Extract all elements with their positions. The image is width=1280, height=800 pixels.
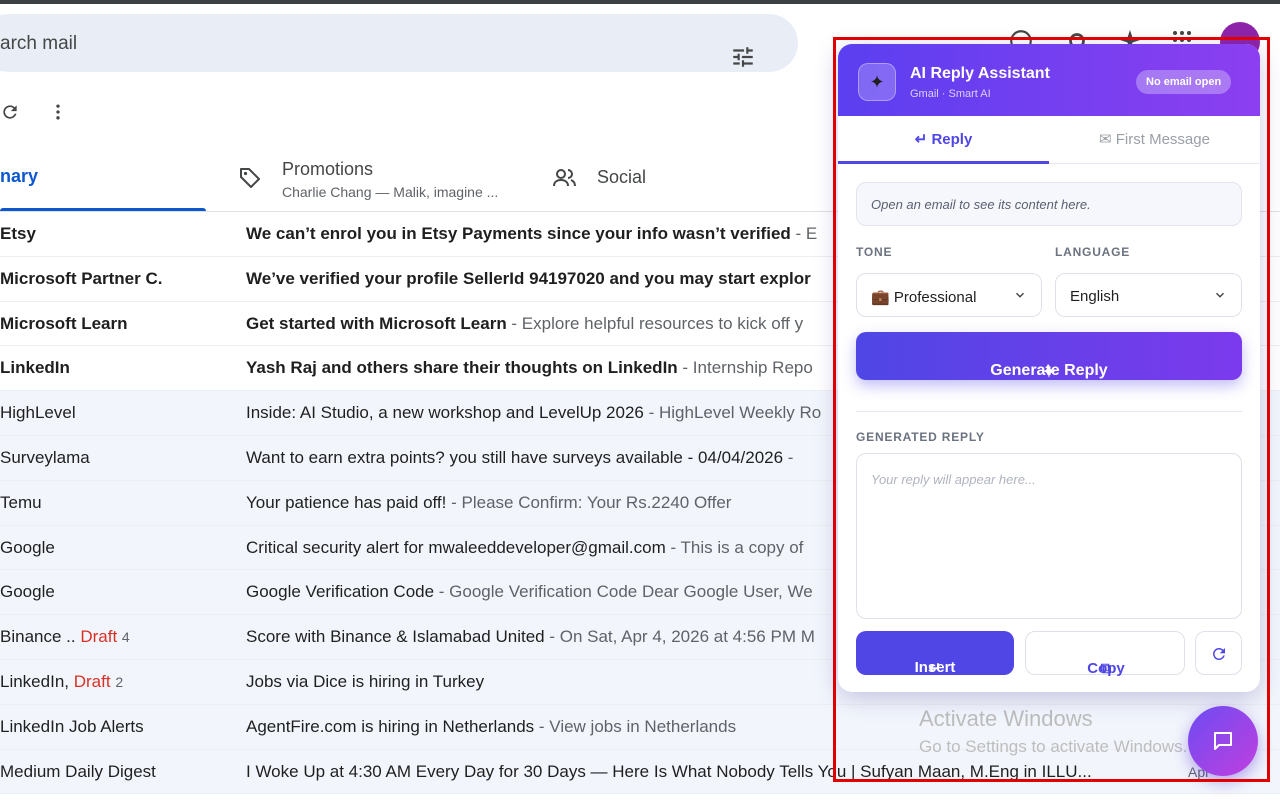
email-sender: Google	[0, 537, 55, 557]
sparkle-icon: ✦	[869, 72, 885, 92]
email-subject: Your patience has paid off!	[246, 492, 447, 512]
generated-reply-label: GENERATED REPLY	[856, 430, 985, 444]
email-sender: Etsy	[0, 224, 36, 243]
email-sender: Microsoft Partner C.	[0, 268, 163, 288]
tab-promotions[interactable]: Promotions Charlie Chang — Malik, imagin…	[236, 156, 526, 210]
more-vert-icon[interactable]	[48, 102, 68, 122]
briefcase-icon: 💼	[871, 289, 890, 306]
tab-first-message-label: First Message	[1115, 131, 1210, 148]
email-sender: Medium Daily Digest	[0, 761, 156, 781]
email-sender: HighLevel	[0, 403, 76, 423]
insert-button[interactable]: ↵ Insert	[856, 631, 1014, 677]
email-subject: We’ve verified your profile SellerId 941…	[246, 268, 811, 288]
panel-tabs: ↵ Reply ✉ First Message	[838, 116, 1260, 164]
tab-reply[interactable]: ↵ Reply	[838, 116, 1049, 164]
email-subject: Inside: AI Studio, a new workshop and Le…	[246, 403, 644, 423]
chat-icon	[1214, 732, 1232, 750]
email-content: I Woke Up at 4:30 AM Every Day for 30 Da…	[246, 762, 1246, 782]
email-subject: Score with Binance & Islamabad United	[246, 627, 545, 647]
tab-reply-label: Reply	[931, 131, 973, 148]
activate-windows-subtitle: Go to Settings to activate Windows.	[919, 737, 1188, 756]
email-subject: Get started with Microsoft Learn	[246, 313, 507, 333]
app-logo: ✦	[858, 63, 896, 101]
email-snippet: - HighLevel Weekly Ro	[643, 403, 822, 423]
people-icon	[553, 169, 576, 187]
email-sender: Surveylama	[0, 447, 90, 467]
search-input[interactable]: arch mail	[0, 33, 77, 55]
email-snippet: - Please Confirm: Your Rs.2240 Offer	[446, 492, 732, 512]
tab-social-label: Social	[597, 167, 647, 187]
active-tab-indicator	[838, 161, 1049, 164]
panel-header: ✦ AI Reply Assistant Gmail · Smart AI No…	[838, 44, 1260, 116]
panel-title: AI Reply Assistant	[910, 65, 1050, 82]
email-sender: Temu	[0, 492, 42, 512]
chevron-down-icon	[1215, 292, 1225, 298]
refresh-icon[interactable]	[0, 102, 20, 122]
email-subject: Google Verification Code	[246, 582, 435, 602]
generate-reply-label: Generate Reply	[990, 362, 1108, 379]
email-snippet: - Google Verification Code Dear Google U…	[434, 582, 813, 602]
language-value: English	[1070, 288, 1120, 305]
ai-reply-panel: ✦ AI Reply Assistant Gmail · Smart AI No…	[838, 44, 1260, 692]
thread-count: 4	[121, 629, 130, 646]
insert-label: Insert	[914, 659, 956, 676]
email-snippet: -	[783, 447, 794, 467]
email-sender: Binance .. Draft 4	[0, 627, 130, 647]
email-preview-text: Open an email to see its content here.	[871, 197, 1091, 212]
copy-label: Copy	[1087, 660, 1125, 677]
email-snippet: - Internship Repo	[677, 358, 813, 378]
reply-arrow-icon: ↵	[914, 131, 928, 148]
email-sender: LinkedIn Job Alerts	[0, 716, 144, 736]
email-subject: We can’t enrol you in Etsy Payments sinc…	[246, 224, 791, 243]
email-subject: AgentFire.com is hiring in Netherlands	[246, 716, 535, 736]
draft-label: Draft	[80, 627, 118, 647]
search-options-icon[interactable]	[730, 44, 756, 70]
email-subject: Want to earn extra points? you still hav…	[246, 447, 784, 467]
email-snippet: - E	[790, 224, 818, 243]
email-snippet: - On Sat, Apr 4, 2026 at 4:56 PM M	[544, 627, 815, 647]
email-sender: LinkedIn	[0, 358, 70, 378]
tag-icon	[240, 168, 260, 188]
draft-label: Draft	[73, 671, 111, 691]
tone-value: 💼 Professional	[871, 289, 977, 306]
reply-placeholder: Your reply will appear here...	[871, 472, 1036, 487]
mail-icon: ✉	[1099, 131, 1112, 148]
browser-top-border	[0, 0, 1280, 4]
refresh-icon	[1212, 648, 1225, 660]
email-snippet: - Explore helpful resources to kick off …	[506, 313, 804, 333]
generated-reply-textarea[interactable]: Your reply will appear here...	[856, 453, 1242, 619]
email-content: AgentFire.com is hiring in Netherlands -…	[246, 717, 1246, 737]
email-subject: I Woke Up at 4:30 AM Every Day for 30 Da…	[246, 761, 1092, 781]
email-sender: Google	[0, 582, 55, 602]
tab-first-message[interactable]: ✉ First Message	[1049, 116, 1260, 164]
panel-divider	[856, 411, 1242, 412]
language-select[interactable]: English	[1055, 273, 1242, 317]
language-label: LANGUAGE	[1055, 245, 1131, 259]
email-snippet: - View jobs in Netherlands	[534, 716, 737, 736]
tab-promotions-preview: Charlie Chang — Malik, imagine ...	[282, 184, 499, 200]
tone-select[interactable]: 💼 Professional	[856, 273, 1042, 317]
thread-count: 2	[115, 673, 124, 690]
email-sender: Microsoft Learn	[0, 313, 128, 333]
tone-label: TONE	[856, 245, 893, 259]
email-snippet: - This is a copy of	[665, 537, 804, 557]
copy-button[interactable]: ⧉ Copy	[1025, 631, 1185, 677]
email-subject: Critical security alert for mwaleeddevel…	[246, 537, 666, 557]
generate-reply-button[interactable]: ✦ Generate Reply	[856, 332, 1242, 381]
activate-windows-title: Activate Windows	[919, 706, 1093, 731]
tab-primary[interactable]: nary	[0, 166, 38, 187]
email-subject: Yash Raj and others share their thoughts…	[246, 358, 678, 378]
chevron-down-icon	[1015, 292, 1025, 298]
status-badge: No email open	[1136, 70, 1232, 94]
email-sender: LinkedIn, Draft 2	[0, 671, 124, 691]
tab-promotions-label: Promotions	[282, 159, 374, 179]
email-preview-box: Open an email to see its content here.	[856, 182, 1242, 226]
assistant-launcher-button[interactable]	[1188, 706, 1258, 776]
regenerate-button[interactable]	[1195, 631, 1242, 675]
email-subject: Jobs via Dice is hiring in Turkey	[246, 671, 485, 691]
panel-subtitle: Gmail · Smart AI	[910, 88, 991, 100]
search-bar[interactable]: arch mail	[0, 14, 798, 72]
